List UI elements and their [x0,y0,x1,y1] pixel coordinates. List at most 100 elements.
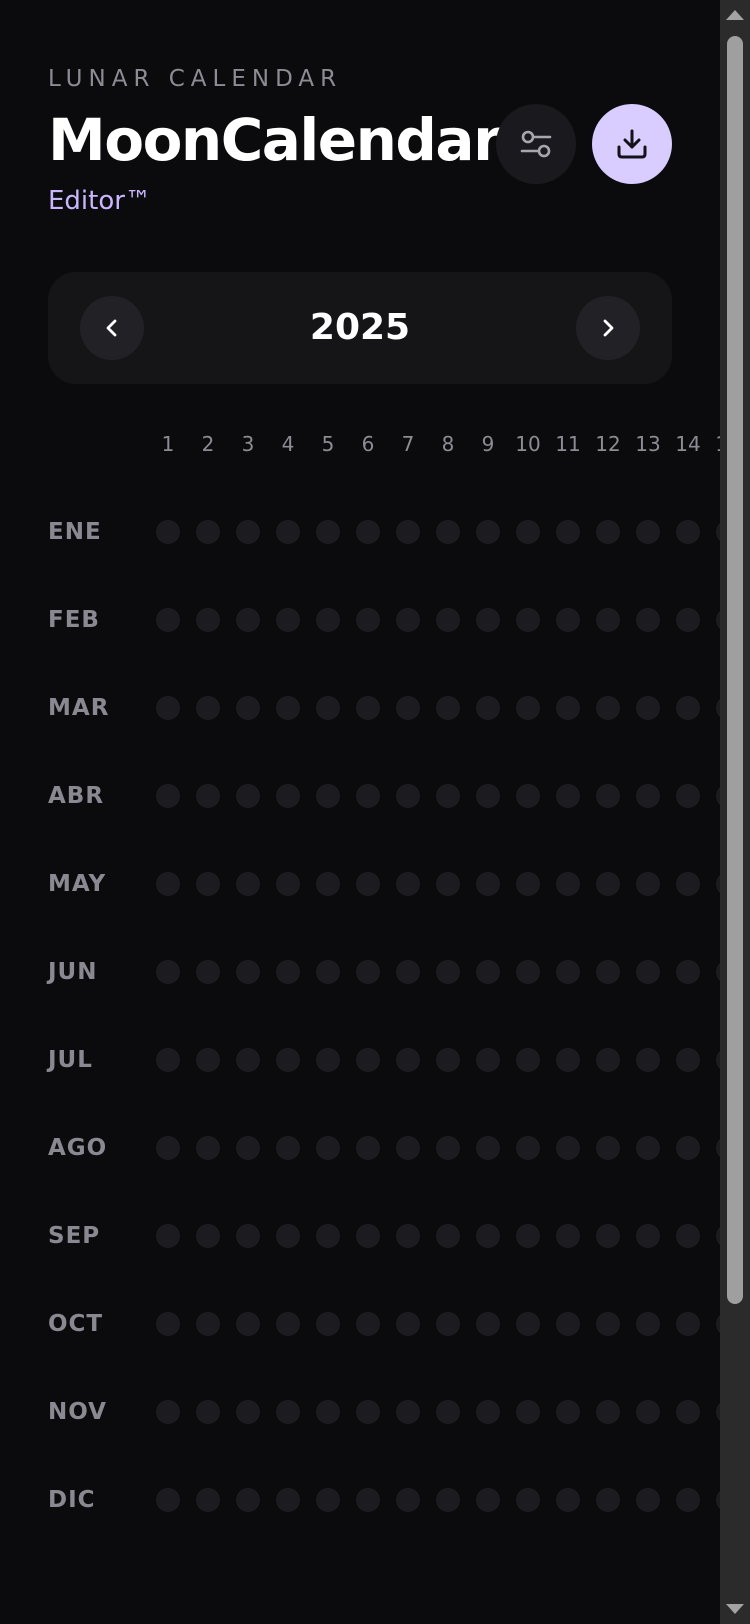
day-dot[interactable] [676,608,700,632]
day-dot[interactable] [156,1400,180,1424]
day-dot[interactable] [236,1048,260,1072]
day-dot[interactable] [636,1400,660,1424]
day-dot[interactable] [156,872,180,896]
day-dot[interactable] [316,608,340,632]
scrollbar[interactable] [720,0,750,1624]
day-dot[interactable] [316,1400,340,1424]
day-dot[interactable] [276,1224,300,1248]
day-dot[interactable] [276,1400,300,1424]
day-dot[interactable] [236,1312,260,1336]
day-dot[interactable] [516,784,540,808]
settings-button[interactable] [496,104,576,184]
day-dot[interactable] [396,872,420,896]
day-dot[interactable] [156,960,180,984]
day-dot[interactable] [396,1312,420,1336]
day-dot[interactable] [516,1048,540,1072]
day-dot[interactable] [316,1224,340,1248]
day-dot[interactable] [356,1488,380,1512]
day-dot[interactable] [596,784,620,808]
day-dot[interactable] [436,784,460,808]
day-dot[interactable] [516,1400,540,1424]
day-dot[interactable] [156,1488,180,1512]
day-dot[interactable] [676,520,700,544]
day-dot[interactable] [476,520,500,544]
day-dot[interactable] [356,696,380,720]
day-dot[interactable] [676,1400,700,1424]
day-dot[interactable] [516,696,540,720]
day-dot[interactable] [476,784,500,808]
day-dot[interactable] [356,872,380,896]
day-dot[interactable] [476,1048,500,1072]
day-dot[interactable] [516,608,540,632]
day-dot[interactable] [596,608,620,632]
day-dot[interactable] [356,784,380,808]
scroll-down-arrow-icon[interactable] [726,1604,744,1614]
day-dot[interactable] [476,872,500,896]
day-dot[interactable] [196,1400,220,1424]
day-dot[interactable] [676,1488,700,1512]
scroll-up-arrow-icon[interactable] [726,10,744,20]
day-dot[interactable] [636,1488,660,1512]
day-dot[interactable] [556,1488,580,1512]
day-dot[interactable] [516,1136,540,1160]
day-dot[interactable] [636,696,660,720]
day-dot[interactable] [596,1400,620,1424]
day-dot[interactable] [316,960,340,984]
day-dot[interactable] [596,960,620,984]
next-year-button[interactable] [576,296,640,360]
day-dot[interactable] [396,1136,420,1160]
day-dot[interactable] [476,1136,500,1160]
previous-year-button[interactable] [80,296,144,360]
day-dot[interactable] [196,1048,220,1072]
day-dot[interactable] [356,1400,380,1424]
day-dot[interactable] [556,872,580,896]
day-dot[interactable] [436,960,460,984]
day-dot[interactable] [396,960,420,984]
day-dot[interactable] [156,784,180,808]
day-dot[interactable] [396,784,420,808]
day-dot[interactable] [356,520,380,544]
scroll-thumb[interactable] [727,36,743,1304]
day-dot[interactable] [396,1224,420,1248]
day-dot[interactable] [316,1048,340,1072]
day-dot[interactable] [636,784,660,808]
day-dot[interactable] [156,696,180,720]
day-dot[interactable] [356,1136,380,1160]
day-dot[interactable] [436,1048,460,1072]
day-dot[interactable] [196,784,220,808]
day-dot[interactable] [356,1048,380,1072]
day-dot[interactable] [236,1400,260,1424]
day-dot[interactable] [476,1400,500,1424]
day-dot[interactable] [596,1048,620,1072]
day-dot[interactable] [636,608,660,632]
day-dot[interactable] [316,1136,340,1160]
day-dot[interactable] [276,872,300,896]
day-dot[interactable] [436,1312,460,1336]
day-dot[interactable] [556,1312,580,1336]
day-dot[interactable] [676,1136,700,1160]
day-dot[interactable] [676,696,700,720]
day-dot[interactable] [676,1312,700,1336]
day-dot[interactable] [196,608,220,632]
day-dot[interactable] [276,1488,300,1512]
day-dot[interactable] [476,1488,500,1512]
day-dot[interactable] [156,608,180,632]
day-dot[interactable] [636,1136,660,1160]
day-dot[interactable] [156,1136,180,1160]
day-dot[interactable] [396,1048,420,1072]
day-dot[interactable] [636,1048,660,1072]
day-dot[interactable] [556,1048,580,1072]
day-dot[interactable] [156,1224,180,1248]
day-dot[interactable] [556,960,580,984]
day-dot[interactable] [436,608,460,632]
day-dot[interactable] [236,960,260,984]
day-dot[interactable] [356,608,380,632]
day-dot[interactable] [436,1400,460,1424]
day-dot[interactable] [196,1136,220,1160]
day-dot[interactable] [236,520,260,544]
day-dot[interactable] [636,960,660,984]
day-dot[interactable] [316,784,340,808]
day-dot[interactable] [556,696,580,720]
day-dot[interactable] [596,1312,620,1336]
day-dot[interactable] [276,1136,300,1160]
